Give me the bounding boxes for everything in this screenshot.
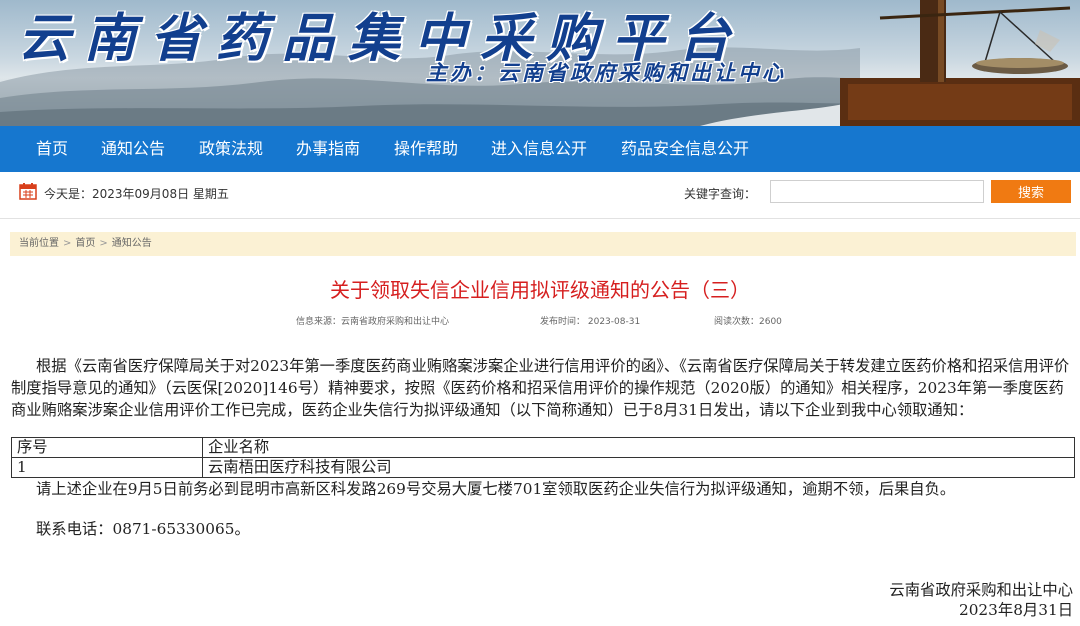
date-search-bar: 今天是：2023年09月08日 星期五 关键字查询： 搜索 (0, 172, 1080, 214)
nav-drug-safety[interactable]: 药品安全信息公开 (621, 126, 749, 172)
search-button[interactable]: 搜索 (991, 180, 1071, 203)
article-title: 关于领取失信企业信用拟评级通知的公告（三） (330, 278, 750, 302)
article-source: 信息来源：云南省政府采购和出让中心 (296, 317, 450, 327)
table-header-cell: 序号 (11, 437, 203, 458)
signature-org: 云南省政府采购和出让中心 (889, 581, 1073, 599)
signature-date: 2023年8月31日 (958, 601, 1073, 619)
article-date: 发布时间： 2023-08-31 (540, 317, 641, 327)
nav-notices[interactable]: 通知公告 (101, 126, 165, 172)
breadcrumb-home[interactable]: 首页 (75, 238, 95, 249)
table-header-cell: 企业名称 (202, 437, 1075, 458)
keyword-label: 关键字查询： (684, 187, 757, 201)
keyword-search-input[interactable] (770, 180, 984, 203)
table-header-row: 序号 企业名称 (11, 437, 1075, 458)
article-contact: 联系电话：0871-65330065。 (36, 520, 250, 538)
table-cell: 云南梧田医疗科技有限公司 (202, 457, 1075, 478)
table-cell: 1 (11, 457, 203, 478)
nav-help[interactable]: 操作帮助 (394, 126, 458, 172)
today-date: 今天是：2023年09月08日 星期五 (44, 187, 229, 201)
article-paragraph-2: 请上述企业在9月5日前务必到昆明市高新区科发路269号交易大厦七楼701室领取医… (36, 480, 956, 498)
table-row: 1 云南梧田医疗科技有限公司 (11, 457, 1075, 478)
nav-info-disclosure[interactable]: 进入信息公开 (491, 126, 587, 172)
breadcrumb-section[interactable]: 通知公告 (112, 238, 152, 249)
breadcrumb-separator: > (99, 238, 108, 249)
breadcrumb-current: 当前位置 (19, 238, 59, 249)
article-paragraph-1: 根据《云南省医疗保障局关于对2023年第一季度医药商业贿赂案涉案企业进行信用评价… (11, 357, 1070, 419)
nav-home[interactable]: 首页 (36, 126, 68, 172)
sponsor-label: 主办：云南省政府采购和出让中心 (426, 60, 786, 85)
article-views: 阅读次数：2600 (714, 317, 782, 327)
enterprise-table: 序号 企业名称 1 云南梧田医疗科技有限公司 (11, 437, 1075, 478)
nav-guide[interactable]: 办事指南 (296, 126, 360, 172)
breadcrumb-separator: > (63, 238, 72, 249)
breadcrumb: 当前位置 > 首页 > 通知公告 (10, 232, 1076, 256)
main-nav: 首页 通知公告 政策法规 办事指南 操作帮助 进入信息公开 药品安全信息公开 (0, 126, 1080, 172)
nav-policies[interactable]: 政策法规 (199, 126, 263, 172)
calendar-icon (19, 182, 37, 204)
site-banner: 云南省药品集中采购平台 主办：云南省政府采购和出让中心 (0, 0, 1080, 126)
